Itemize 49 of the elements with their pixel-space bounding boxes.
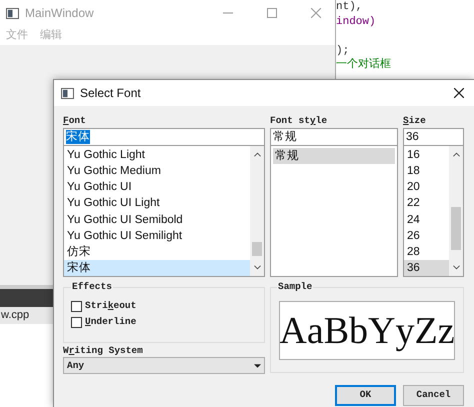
list-item[interactable]: 24 xyxy=(404,212,449,228)
input-field[interactable]: 宋体 xyxy=(63,128,265,146)
list-item[interactable]: 宋体 xyxy=(64,260,250,276)
dialog-button[interactable]: OK xyxy=(335,385,396,406)
window-title: MainWindow xyxy=(25,5,95,22)
dialog-title: Select Font xyxy=(80,85,142,102)
code-line: 一个对话框 xyxy=(336,59,391,71)
list-item[interactable]: 28 xyxy=(404,244,449,260)
dialog-button[interactable]: Cancel xyxy=(403,385,464,406)
list-item[interactable]: 36 xyxy=(404,260,449,276)
app-icon xyxy=(61,88,74,98)
list-item[interactable]: 26 xyxy=(404,228,449,244)
code-line: nt), xyxy=(336,1,362,13)
code-line: ); xyxy=(336,44,350,56)
list-item[interactable]: Yu Gothic Light xyxy=(64,147,250,164)
field-label: Font xyxy=(63,115,87,127)
scrollbar[interactable] xyxy=(449,146,463,276)
list-item[interactable]: Yu Gothic UI xyxy=(64,179,250,196)
scroll-thumb[interactable] xyxy=(451,207,461,250)
input-field[interactable]: 36 xyxy=(403,128,464,146)
code-line: indow) xyxy=(336,16,376,28)
scrollbar[interactable] xyxy=(250,146,264,276)
list-item[interactable]: Yu Gothic Medium xyxy=(64,163,250,180)
dropdown-arrow-icon xyxy=(254,364,261,368)
input-field[interactable]: 常规 xyxy=(270,128,398,146)
checkbox[interactable] xyxy=(71,300,82,312)
file-tab[interactable]: w.cpp xyxy=(0,307,53,324)
field-label: Font style xyxy=(270,115,328,127)
close-icon[interactable] xyxy=(454,88,464,98)
list-item[interactable]: 20 xyxy=(404,179,449,196)
list-item[interactable]: Yu Gothic UI Light xyxy=(64,195,250,212)
checkbox[interactable] xyxy=(71,316,82,328)
list-item[interactable]: 仿宋 xyxy=(64,244,250,260)
dropdown[interactable]: Any xyxy=(63,357,265,374)
list-item[interactable]: 16 xyxy=(404,147,449,164)
list-item[interactable]: Yu Gothic UI Semibold xyxy=(64,212,250,228)
list-item[interactable]: 22 xyxy=(404,195,449,212)
field-label: Writing System xyxy=(63,345,144,357)
tab-bar xyxy=(0,289,53,307)
group-title: Sample xyxy=(277,281,314,293)
scroll-thumb[interactable] xyxy=(252,242,262,256)
checkbox-label[interactable]: Underline xyxy=(85,316,136,328)
list-item[interactable]: Yu Gothic UI Semilight xyxy=(64,228,250,244)
maximize-icon[interactable] xyxy=(267,8,277,18)
app-icon xyxy=(6,8,19,18)
checkbox-label[interactable]: Strikeout xyxy=(85,300,136,312)
list-item[interactable]: 18 xyxy=(404,163,449,180)
list-item[interactable]: 常规 xyxy=(273,148,395,164)
field-label: Size xyxy=(403,115,427,127)
